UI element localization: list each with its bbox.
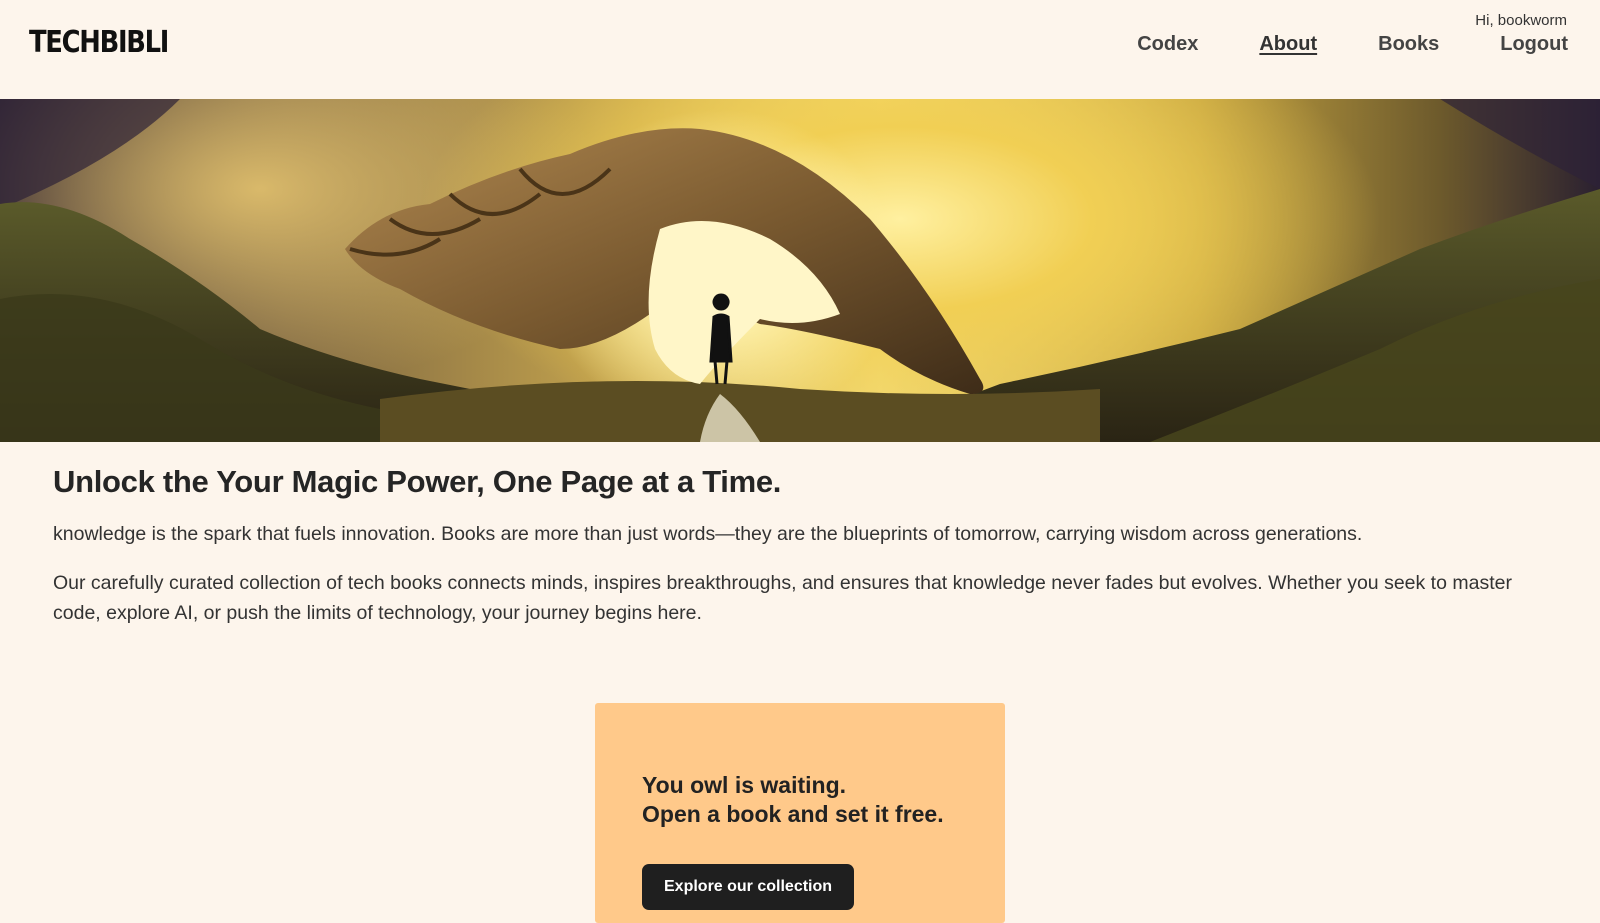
intro-paragraph: knowledge is the spark that fuels innova…: [53, 523, 1363, 545]
cta-line-1: You owl is waiting.: [642, 772, 847, 798]
main-nav: Codex About Books Logout: [1076, 33, 1568, 56]
nav-about-link[interactable]: About: [1259, 33, 1317, 56]
site-header: TECHBIBLI Hi, bookworm Codex About Books…: [0, 0, 1600, 99]
site-logo[interactable]: TECHBIBLI: [29, 25, 169, 60]
user-greeting: Hi, bookworm: [1475, 12, 1567, 29]
cta-line-2: Open a book and set it free.: [642, 801, 944, 827]
nav-books-link[interactable]: Books: [1378, 33, 1439, 56]
page-headline: Unlock the Your Magic Power, One Page at…: [53, 464, 782, 499]
nav-logout-link[interactable]: Logout: [1500, 33, 1568, 56]
hero-illustration: [0, 99, 1600, 442]
explore-collection-button[interactable]: Explore our collection: [642, 864, 855, 910]
cta-card: You owl is waiting. Open a book and set …: [595, 703, 1005, 923]
hero-banner-image: [0, 99, 1600, 442]
cta-message: You owl is waiting. Open a book and set …: [642, 771, 944, 829]
nav-codex-link[interactable]: Codex: [1137, 33, 1198, 56]
about-content: Unlock the Your Magic Power, One Page at…: [53, 442, 1553, 628]
collection-paragraph: Our carefully curated collection of tech…: [53, 572, 1512, 624]
